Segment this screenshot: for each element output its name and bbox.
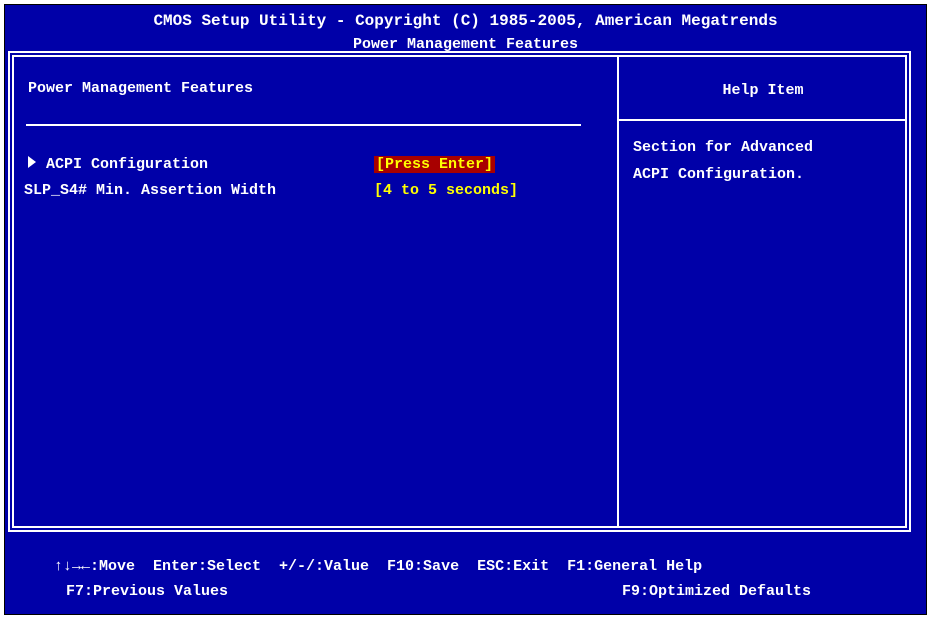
menu-item-value-acpi[interactable]: [Press Enter] — [374, 156, 496, 173]
key-legend-previous-values: F7:Previous Values — [66, 583, 229, 600]
menu-item-label: SLP_S4# Min. Assertion Width — [24, 182, 277, 199]
section-rule — [26, 124, 581, 126]
key-legend-line1: ↑↓→←:Move Enter:Select +/-/:Value F10:Sa… — [54, 558, 703, 575]
menu-item-label: ACPI Configuration — [46, 156, 209, 173]
window-title: CMOS Setup Utility - Copyright (C) 1985-… — [153, 12, 778, 30]
help-text: Section for Advanced ACPI Configuration. — [633, 134, 903, 188]
panel-divider — [617, 55, 619, 528]
menu-item-acpi-configuration[interactable]: ACPI Configuration — [24, 156, 208, 173]
help-line: ACPI Configuration. — [633, 166, 805, 183]
menu-item-value-slp-s4[interactable]: [4 to 5 seconds] — [374, 182, 518, 199]
key-legend-optimized-defaults: F9:Optimized Defaults — [622, 583, 812, 600]
submenu-arrow-icon — [28, 156, 36, 168]
help-line: Section for Advanced — [633, 139, 814, 156]
menu-item-slp-s4-width[interactable]: SLP_S4# Min. Assertion Width — [24, 182, 276, 199]
section-title: Power Management Features — [28, 80, 254, 97]
help-title: Help Item — [722, 82, 804, 99]
help-divider — [619, 119, 907, 121]
